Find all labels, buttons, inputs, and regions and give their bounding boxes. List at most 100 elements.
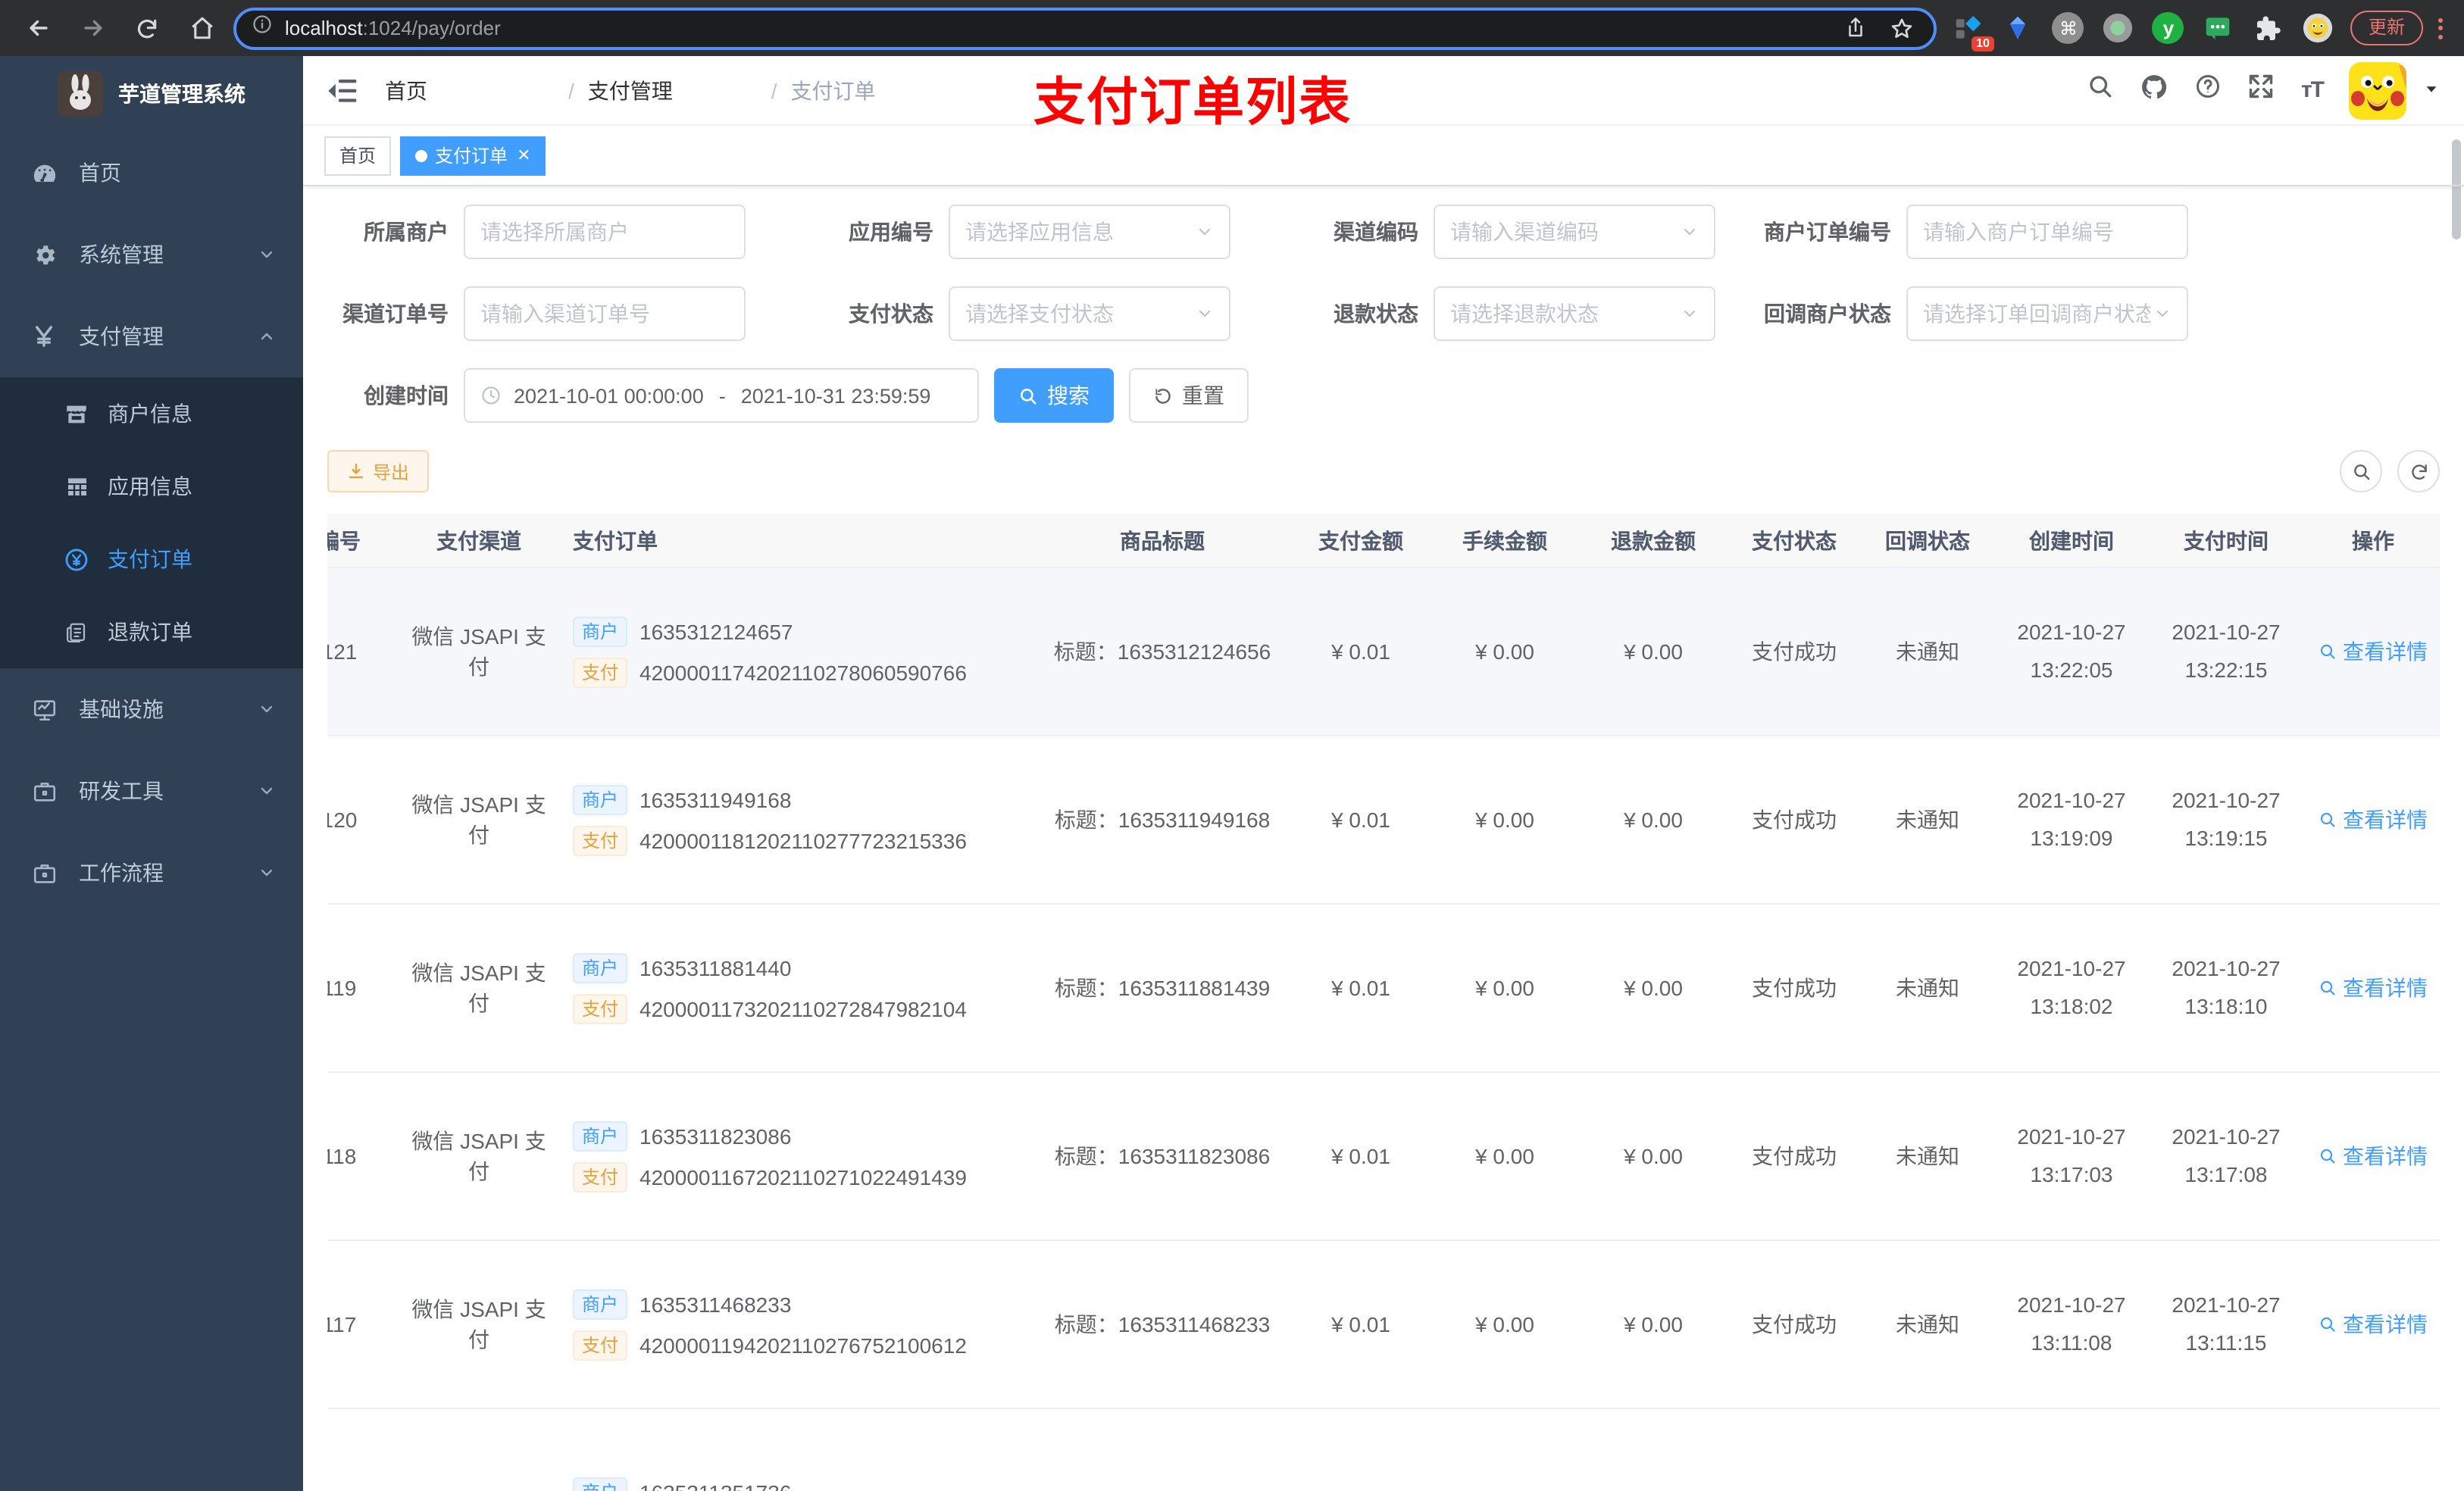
user-avatar[interactable] (2349, 61, 2406, 119)
sidebar-item-system[interactable]: 系统管理 (0, 214, 303, 295)
merchant-input[interactable] (480, 220, 729, 244)
sidebar-item-pay-order[interactable]: 支付订单 (0, 523, 303, 595)
bookmark-star-icon[interactable] (1885, 7, 1918, 49)
logo-rabbit-icon (58, 71, 103, 117)
yen-circle-icon (64, 546, 89, 572)
date-start[interactable]: 2021-10-01 00:00:00 (514, 384, 704, 407)
profile-avatar-icon[interactable] (2302, 11, 2335, 45)
help-icon[interactable] (2195, 73, 2222, 108)
export-button[interactable]: 导出 (327, 450, 430, 492)
extension-pinned-icon[interactable]: 10 (1952, 11, 1994, 51)
table-row: 商户1635311351736 (327, 1409, 2440, 1491)
filter-label-create-time: 创建时间 (364, 383, 449, 408)
filter-label-merchant: 所属商户 (364, 220, 449, 244)
active-tab-dot (415, 149, 428, 161)
search-button[interactable]: 搜索 (994, 368, 1114, 423)
channel-order-no-field[interactable] (464, 286, 746, 341)
close-tab-icon[interactable]: ✕ (517, 145, 530, 165)
view-detail-link[interactable]: 查看详情 (2319, 805, 2428, 835)
chevron-down-icon (2153, 305, 2172, 323)
home-icon[interactable] (179, 7, 224, 49)
tab-pay-order[interactable]: 支付订单 ✕ (400, 136, 546, 175)
toggle-search-icon[interactable] (2340, 450, 2382, 492)
merchant-tag: 商户 (573, 616, 628, 646)
sidebar-item-infra[interactable]: 基础设施 (0, 668, 303, 750)
shop-icon (64, 401, 89, 427)
site-info-icon[interactable] (252, 14, 273, 42)
app-input[interactable] (965, 220, 1196, 244)
search-icon[interactable] (2087, 73, 2115, 108)
notify-status-select[interactable] (1906, 286, 2188, 341)
merchant-tag: 商户 (573, 1477, 628, 1491)
sidebar-item-dev-tools[interactable]: 研发工具 (0, 750, 303, 832)
table-row: 121 微信 JSAPI 支付 商户1635312124657 支付420000… (327, 568, 2440, 736)
chevron-down-icon (258, 864, 276, 882)
refresh-icon[interactable] (2397, 450, 2440, 492)
sidebar-item-app-info[interactable]: 应用信息 (0, 450, 303, 523)
channel-code-select[interactable] (1434, 205, 1715, 259)
sidebar-item-workflow[interactable]: 工作流程 (0, 832, 303, 914)
browser-update-button[interactable]: 更新 (2350, 11, 2423, 45)
extension-y-icon[interactable]: y (2152, 11, 2185, 45)
create-time-range-picker[interactable]: 2021-10-01 00:00:00 - 2021-10-31 23:59:5… (464, 368, 979, 423)
merchant-order-no-input[interactable] (1923, 220, 2172, 244)
topbar-icons: тT (2087, 61, 2440, 119)
merchant-tag: 商户 (573, 1121, 628, 1151)
extensions-puzzle-icon[interactable] (2252, 11, 2285, 45)
filter-label-app: 应用编号 (849, 220, 933, 244)
avatar-caret-icon[interactable] (2423, 77, 2440, 104)
app-select[interactable] (949, 205, 1230, 259)
pay-submenu: 商户信息 应用信息 支付订单 退款订单 (0, 377, 303, 668)
breadcrumb-current: 支付订单 (790, 78, 876, 102)
channel-order-no-input[interactable] (480, 302, 729, 326)
share-icon[interactable] (1840, 7, 1873, 49)
filter-label-pay-status: 支付状态 (849, 302, 933, 326)
extension-recorder-icon[interactable] (2102, 11, 2135, 45)
view-detail-link[interactable]: 查看详情 (2319, 1141, 2428, 1171)
pay-tag: 支付 (573, 825, 628, 855)
forward-icon[interactable] (70, 7, 115, 49)
tab-home[interactable]: 首页 (324, 136, 392, 175)
document-icon (64, 620, 89, 643)
merchant-select[interactable] (464, 205, 746, 259)
view-detail-link[interactable]: 查看详情 (2319, 973, 2428, 1003)
extension-command-icon[interactable]: ⌘ (2052, 11, 2085, 45)
font-size-icon[interactable]: тT (2301, 77, 2325, 103)
sidebar-item-home[interactable]: 首页 (0, 132, 303, 214)
chevron-up-icon (258, 327, 276, 345)
pay-status-select[interactable] (949, 286, 1230, 341)
pay-tag: 支付 (573, 1161, 628, 1192)
view-detail-link[interactable]: 查看详情 (2319, 1309, 2428, 1339)
extension-gem-icon[interactable] (2002, 11, 2035, 45)
date-end[interactable]: 2021-10-31 23:59:59 (741, 384, 931, 407)
breadcrumb-pay[interactable]: 支付管理 (588, 75, 758, 105)
chevron-down-icon (1196, 223, 1214, 241)
reset-button[interactable]: 重置 (1129, 368, 1249, 423)
sidebar-item-refund-order[interactable]: 退款订单 (0, 595, 303, 668)
merchant-order-no-field[interactable] (1906, 205, 2188, 259)
notify-status-input[interactable] (1923, 302, 2150, 326)
url-bar[interactable]: localhost:1024/pay/order (233, 7, 1937, 49)
reload-icon[interactable] (124, 7, 170, 49)
channel-code-input[interactable] (1450, 220, 1681, 244)
sidebar-item-pay[interactable]: 支付管理 (0, 295, 303, 377)
sidebar-item-merchant-info[interactable]: 商户信息 (0, 377, 303, 450)
fullscreen-icon[interactable] (2248, 73, 2275, 108)
topbar: 首页 / 支付管理 / 支付订单 支付订单列表 тT (303, 56, 2464, 132)
filter-label-channel-order-no: 渠道订单号 (342, 302, 449, 326)
refund-status-input[interactable] (1450, 302, 1681, 326)
briefcase-icon (30, 778, 58, 804)
back-icon[interactable] (15, 7, 61, 49)
pay-status-input[interactable] (965, 302, 1196, 326)
extensions-row: 10 ⌘ y (1946, 11, 2341, 51)
extension-chat-icon[interactable] (2202, 11, 2235, 45)
sidebar-fold-icon[interactable] (327, 75, 361, 105)
refund-status-select[interactable] (1434, 286, 1715, 341)
browser-menu-icon[interactable] (2432, 17, 2449, 39)
pay-tag: 支付 (573, 657, 628, 687)
page-content: 所属商户 应用编号 渠道编码 (303, 186, 2464, 1491)
github-icon[interactable] (2140, 72, 2169, 108)
sidebar-logo[interactable]: 芋道管理系统 (0, 56, 303, 132)
breadcrumb-home[interactable]: 首页 (385, 75, 555, 105)
view-detail-link[interactable]: 查看详情 (2319, 636, 2428, 667)
